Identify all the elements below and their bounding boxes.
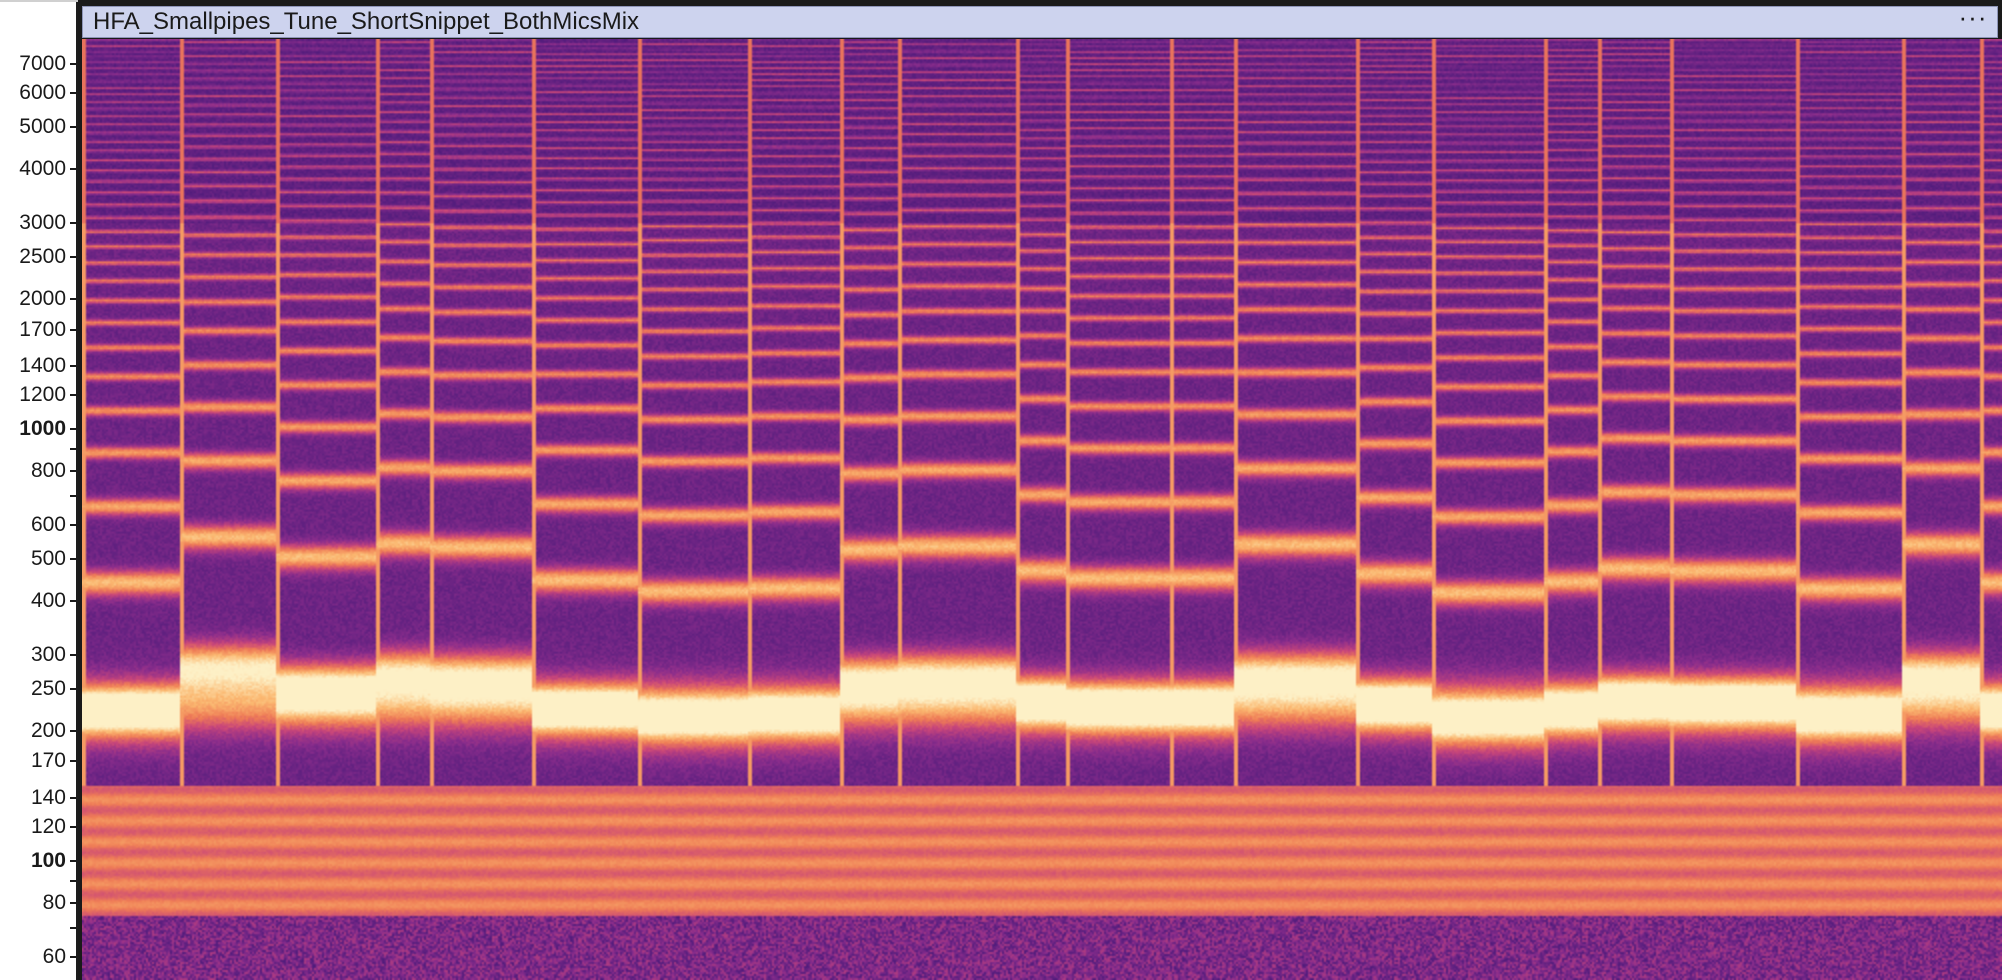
freq-tick-mark <box>70 760 76 763</box>
freq-tick-mark <box>70 558 76 561</box>
freq-tick-label: 100 <box>30 848 66 872</box>
freq-tick-mark <box>70 221 76 224</box>
freq-tick-label: 170 <box>30 749 66 773</box>
freq-tick-label: 200 <box>30 718 66 742</box>
freq-tick-label: 2000 <box>19 287 66 311</box>
freq-minor-tick-mark <box>70 494 76 497</box>
freq-tick-label: 250 <box>30 677 66 701</box>
freq-tick-mark <box>70 901 76 904</box>
freq-tick-mark <box>70 393 76 396</box>
freq-tick-label: 1700 <box>19 317 66 341</box>
freq-tick-mark <box>70 796 76 799</box>
freq-minor-tick-mark <box>70 447 76 450</box>
freq-tick-label: 600 <box>30 512 66 536</box>
freq-tick-label: 1000 <box>19 417 66 441</box>
freq-tick-label: 60 <box>42 944 66 968</box>
freq-tick-label: 140 <box>30 785 66 809</box>
freq-tick-mark <box>70 653 76 656</box>
freq-tick-mark <box>70 469 76 472</box>
freq-tick-mark <box>70 298 76 301</box>
freq-tick-label: 1400 <box>19 353 66 377</box>
freq-minor-tick-mark <box>70 879 76 882</box>
freq-tick-label: 80 <box>42 890 66 914</box>
freq-tick-label: 1200 <box>19 382 66 406</box>
freq-tick-label: 7000 <box>19 52 66 76</box>
freq-tick-mark <box>70 126 76 129</box>
freq-tick-mark <box>70 599 76 602</box>
frequency-ruler[interactable]: 7000 6000 5000 4000 3000 2500 2000 1700 1400 1200… <box>0 0 78 980</box>
freq-tick-mark <box>70 328 76 331</box>
freq-tick-mark <box>70 859 76 862</box>
freq-tick-mark <box>70 91 76 94</box>
freq-tick-mark <box>70 168 76 170</box>
freq-tick-label: 300 <box>30 642 66 666</box>
freq-tick-label: 4000 <box>19 157 66 180</box>
freq-tick-label: 800 <box>30 458 66 482</box>
freq-tick-mark <box>70 825 76 828</box>
more-options-icon[interactable]: ··· <box>1949 4 1997 37</box>
freq-tick-label: 3000 <box>19 210 66 234</box>
freq-tick-label: 120 <box>30 814 66 838</box>
freq-tick-mark <box>70 428 76 431</box>
freq-tick-mark <box>70 523 76 526</box>
freq-tick-mark <box>70 955 76 958</box>
freq-tick-label: 5000 <box>19 115 66 139</box>
freq-tick-mark <box>70 729 76 732</box>
freq-tick-label: 6000 <box>19 80 66 104</box>
spectrogram-view[interactable] <box>82 39 2002 980</box>
freq-minor-tick-mark <box>70 926 76 929</box>
track-title: HFA_Smallpipes_Tune_ShortSnippet_BothMic… <box>93 8 640 35</box>
track-header[interactable]: HFA_Smallpipes_Tune_ShortSnippet_BothMic… <box>82 4 1998 38</box>
freq-tick-label: 400 <box>30 588 66 612</box>
freq-tick-mark <box>70 364 76 367</box>
freq-tick-mark <box>70 688 76 691</box>
freq-tick-label: 2500 <box>19 245 66 269</box>
freq-tick-mark <box>70 63 76 66</box>
freq-tick-label: 500 <box>30 547 66 571</box>
freq-tick-mark <box>70 256 76 259</box>
ruler-top-edge <box>0 0 78 2</box>
